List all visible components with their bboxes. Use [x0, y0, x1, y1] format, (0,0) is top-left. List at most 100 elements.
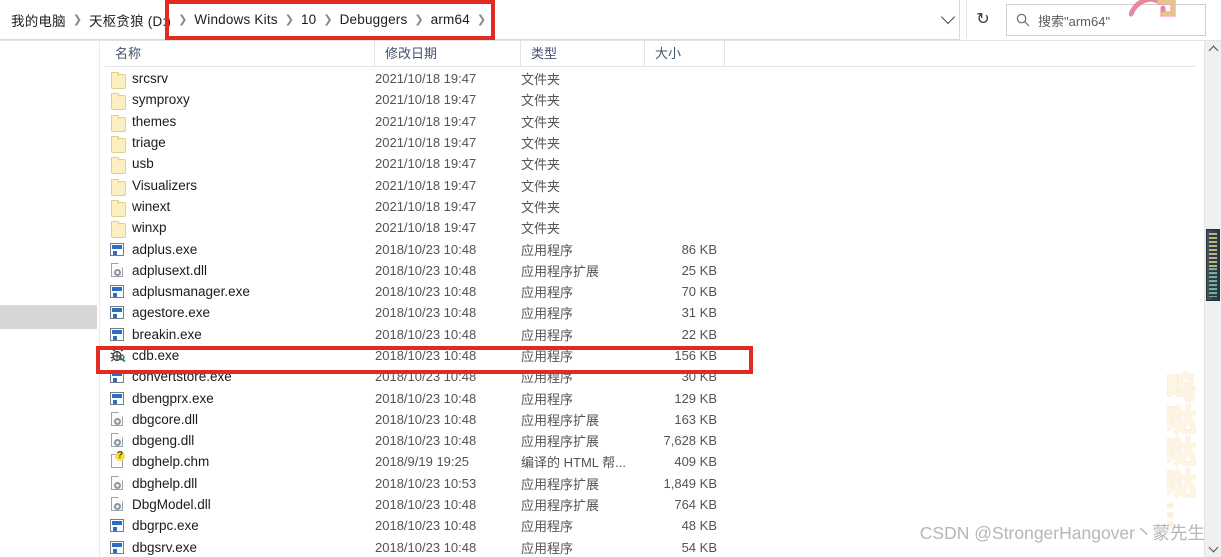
file-name-cell[interactable]: adplusmanager.exe: [110, 284, 250, 299]
file-row[interactable]: winxp 2021/10/18 19:47 文件夹: [105, 217, 1195, 239]
file-name-cell[interactable]: Visualizers: [110, 178, 197, 196]
column-header-size[interactable]: 大小: [645, 41, 725, 66]
file-name-cell[interactable]: DbgModel.dll: [110, 497, 211, 512]
file-name-cell[interactable]: convertstore.exe: [110, 369, 232, 384]
file-name-cell[interactable]: srcsrv: [110, 71, 168, 90]
breadcrumb-dropdown-button[interactable]: [931, 1, 965, 38]
breadcrumb-item[interactable]: Debuggers: [335, 12, 413, 27]
file-size-cell: 48 KB: [681, 518, 717, 534]
file-name-cell[interactable]: dbgeng.dll: [110, 433, 194, 448]
file-name-label: adplus.exe: [132, 241, 198, 257]
file-name-cell[interactable]: dbengprx.exe: [110, 391, 214, 406]
file-list[interactable]: srcsrv 2021/10/18 19:47 文件夹 symproxy 2021/10…: [105, 68, 1195, 557]
file-name-cell[interactable]: adplus.exe: [110, 242, 197, 257]
file-name-cell[interactable]: dbgcore.dll: [110, 411, 199, 427]
file-row[interactable]: symproxy 2021/10/18 19:47 文件夹: [105, 89, 1195, 111]
exe-icon: [110, 242, 125, 257]
file-type-cell: 应用程序扩展: [521, 434, 600, 450]
vertical-scrollbar[interactable]: [1204, 41, 1221, 557]
dll-icon: [110, 433, 125, 448]
column-header-row[interactable]: 名称 修改日期 类型 大小: [105, 41, 1195, 67]
exe-icon-shape: [110, 540, 124, 554]
breadcrumb-bar[interactable]: 我的电脑 ❯ 天枢贪狼 (D:) ❯ Windows Kits ❯ 10 ❯ Debuggers…: [0, 0, 960, 40]
file-row[interactable]: dbgsrv.exe 2018/10/23 10:48 应用程序 54 KB: [105, 537, 1195, 557]
dll-icon: [110, 497, 125, 512]
file-name-cell[interactable]: themes: [110, 114, 176, 132]
file-row[interactable]: srcsrv 2021/10/18 19:47 文件夹: [105, 68, 1195, 90]
folder-icon: [110, 92, 126, 111]
file-name-label: dbgcore.dll: [132, 411, 199, 427]
file-type-cell: 应用程序: [521, 285, 574, 301]
exe-icon: [110, 305, 125, 320]
file-name-label: symproxy: [132, 92, 190, 108]
file-name-cell[interactable]: adplusext.dll: [110, 262, 208, 278]
file-row[interactable]: usb 2021/10/18 19:47 文件夹: [105, 153, 1195, 175]
file-date-cell: 2018/10/23 10:48: [375, 348, 477, 363]
file-name-cell[interactable]: symproxy: [110, 92, 190, 111]
file-row[interactable]: agestore.exe 2018/10/23 10:48 应用程序 31 KB: [105, 302, 1195, 323]
file-row[interactable]: themes 2021/10/18 19:47 文件夹: [105, 111, 1195, 132]
file-row[interactable]: Visualizers 2021/10/18 19:47 文件夹: [105, 174, 1195, 196]
file-row[interactable]: dbgrpc.exe 2018/10/23 10:48 应用程序 48 KB: [105, 515, 1195, 536]
file-row[interactable]: adplusmanager.exe 2018/10/23 10:48 应用程序 70 …: [105, 281, 1195, 302]
breadcrumb-item[interactable]: arm64: [426, 12, 475, 27]
file-row[interactable]: dbghelp.dll 2018/10/23 10:53 应用程序扩展 1,849 K…: [105, 473, 1195, 494]
dll-icon: [110, 411, 125, 427]
dll-icon-shape: [111, 411, 123, 426]
file-date-cell: 2021/10/18 19:47: [375, 113, 477, 129]
scrollbar-up-button[interactable]: [1205, 41, 1221, 58]
refresh-button[interactable]: ↻: [966, 1, 999, 38]
file-row[interactable]: winext 2021/10/18 19:47 文件夹: [105, 196, 1195, 217]
folder-icon: [110, 135, 126, 154]
file-row[interactable]: breakin.exe 2018/10/23 10:48 应用程序 22 KB: [105, 324, 1195, 345]
file-name-cell[interactable]: breakin.exe: [110, 327, 202, 342]
file-name-label: cdb.exe: [132, 348, 180, 363]
file-name-label: dbgeng.dll: [132, 433, 195, 449]
exe-icon-shape: [110, 285, 124, 299]
file-row[interactable]: cdb.exe 2018/10/23 10:48 应用程序 156 KB: [105, 345, 1195, 366]
scrollbar-thumb[interactable]: [1206, 229, 1220, 301]
file-date-cell: 2018/10/23 10:48: [375, 369, 477, 385]
breadcrumb-item[interactable]: 天枢贪狼 (D:): [84, 10, 176, 30]
file-name-cell[interactable]: winxp: [110, 220, 167, 239]
file-size-cell: 30 KB: [681, 369, 717, 385]
file-row[interactable]: adplusext.dll 2018/10/23 10:48 应用程序扩展 25 KB: [105, 260, 1195, 281]
folder-icon-shape: [111, 221, 126, 239]
file-name-cell[interactable]: dbghelp.chm: [110, 451, 209, 469]
breadcrumb-separator-icon: ❯: [284, 14, 294, 26]
file-row[interactable]: convertstore.exe 2018/10/23 10:48 应用程序 30 K…: [105, 366, 1195, 387]
file-size-cell: 163 KB: [674, 411, 717, 427]
column-header-date[interactable]: 修改日期: [375, 41, 521, 66]
debugger-bug-icon: [110, 348, 126, 363]
dll-icon-shape: [111, 262, 123, 277]
column-header-name[interactable]: 名称: [105, 41, 375, 66]
search-icon: [1016, 13, 1030, 27]
file-name-cell[interactable]: usb: [110, 156, 154, 175]
file-row[interactable]: triage 2021/10/18 19:47 文件夹: [105, 132, 1195, 154]
search-input[interactable]: 搜索"arm64": [1006, 4, 1206, 36]
file-name-cell[interactable]: dbghelp.dll: [110, 475, 197, 491]
file-name-cell[interactable]: cdb.exe: [110, 348, 179, 363]
file-row[interactable]: dbgcore.dll 2018/10/23 10:48 应用程序扩展 163 KB: [105, 409, 1195, 430]
file-type-cell: 应用程序: [521, 540, 574, 556]
chm-icon: [110, 451, 125, 469]
breadcrumb-item[interactable]: 我的电脑: [6, 10, 71, 30]
file-type-cell: 应用程序: [521, 306, 574, 322]
file-name-label: adplusext.dll: [132, 262, 208, 278]
breadcrumb-item[interactable]: Windows Kits: [189, 12, 282, 27]
file-row[interactable]: dbghelp.chm 2018/9/19 19:25 编译的 HTML 帮... 4…: [105, 451, 1195, 472]
file-row[interactable]: DbgModel.dll 2018/10/23 10:48 应用程序扩展 764 KB: [105, 494, 1195, 515]
breadcrumb-item[interactable]: 10: [296, 12, 321, 27]
file-row[interactable]: dbgeng.dll 2018/10/23 10:48 应用程序扩展 7,628 KB: [105, 430, 1195, 451]
scrollbar-down-button[interactable]: [1205, 540, 1221, 557]
exe-icon-shape: [110, 242, 124, 256]
file-row[interactable]: adplus.exe 2018/10/23 10:48 应用程序 86 KB: [105, 238, 1195, 259]
file-name-cell[interactable]: triage: [110, 135, 166, 154]
folder-icon-shape: [111, 72, 126, 90]
file-name-cell[interactable]: dbgrpc.exe: [110, 518, 199, 533]
file-name-cell[interactable]: agestore.exe: [110, 305, 210, 320]
file-name-cell[interactable]: winext: [110, 199, 170, 217]
column-header-type[interactable]: 类型: [521, 41, 645, 66]
file-name-cell[interactable]: dbgsrv.exe: [110, 540, 197, 555]
file-row[interactable]: dbengprx.exe 2018/10/23 10:48 应用程序 129 KB: [105, 387, 1195, 408]
